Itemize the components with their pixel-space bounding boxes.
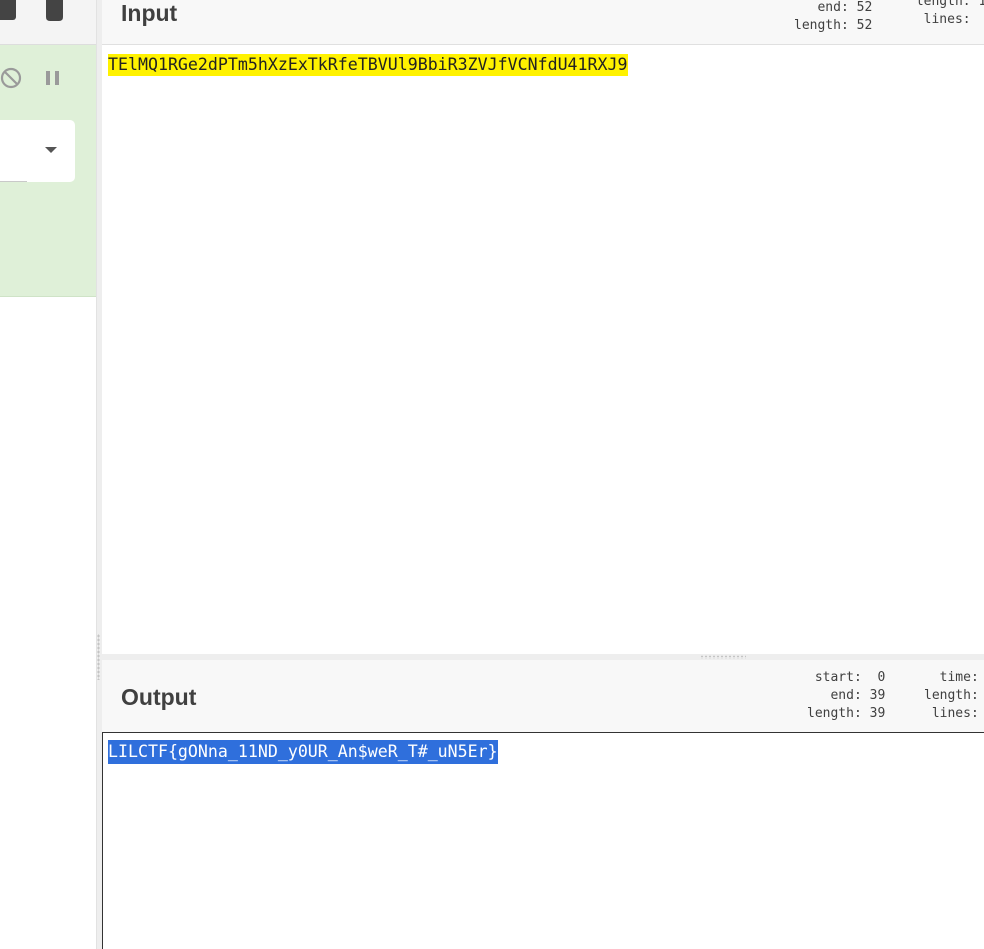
- select-underline: [0, 181, 27, 182]
- output-text[interactable]: LILCTF{gONna_11ND_y0UR_An$weR_T#_uN5Er}: [108, 740, 498, 764]
- input-textarea[interactable]: TElMQ1RGe2dPTm5hXzExTkRfeTBVUl9BbiR3ZVJf…: [102, 45, 984, 654]
- input-header: Input end: 52 length: 52 length: 1 lines…: [102, 0, 984, 45]
- disable-icon[interactable]: [0, 66, 24, 90]
- output-title: Output: [121, 684, 197, 710]
- input-text[interactable]: TElMQ1RGe2dPTm5hXzExTkRfeTBVUl9BbiR3ZVJf…: [108, 54, 628, 76]
- output-stats-secondary: time: length: lines:: [924, 670, 979, 721]
- output-stats: start: 0 end: 39 length: 39: [807, 670, 886, 721]
- vertical-resize-grip[interactable]: [97, 634, 100, 680]
- recipe-toolbar: [0, 0, 96, 45]
- dropdown-icon[interactable]: [45, 147, 57, 153]
- pause-icon[interactable]: [44, 70, 62, 86]
- horizontal-resize-grip[interactable]: [700, 655, 746, 659]
- save-icon[interactable]: [0, 0, 16, 20]
- app-root: Input end: 52 length: 52 length: 1 lines…: [0, 0, 984, 949]
- recipe-panel: [0, 0, 96, 949]
- operation-select[interactable]: [0, 120, 75, 182]
- input-title: Input: [121, 0, 178, 26]
- input-stats-secondary: length: 1 lines:: [915, 0, 984, 27]
- output-textarea[interactable]: LILCTF{gONna_11ND_y0UR_An$weR_T#_uN5Er}: [102, 732, 984, 949]
- output-header: Output start: 0 end: 39 length: 39 time:…: [102, 660, 984, 733]
- load-icon[interactable]: [46, 0, 63, 21]
- input-stats: end: 52 length: 52: [794, 0, 873, 33]
- recipe-operation: [0, 45, 96, 297]
